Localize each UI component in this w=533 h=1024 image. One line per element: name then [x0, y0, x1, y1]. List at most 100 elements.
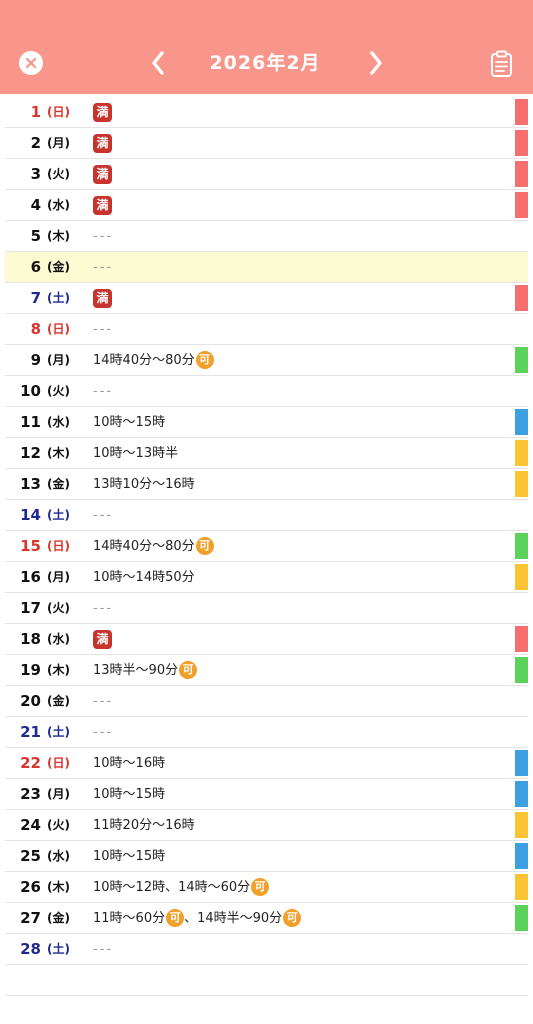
day-of-week: (火)	[47, 384, 70, 398]
full-badge: 満	[93, 134, 112, 153]
prev-month-button[interactable]	[147, 50, 169, 76]
day-row[interactable]: 7 (土) 満	[5, 283, 528, 313]
day-number: 6	[30, 258, 41, 276]
time-range: 10時〜16時	[93, 756, 166, 771]
status-color-bar	[515, 626, 528, 652]
day-row[interactable]: 12 (木) 10時〜13時半	[5, 438, 528, 468]
day-row[interactable]: 28 (土) ---	[5, 934, 528, 964]
close-button[interactable]	[19, 51, 43, 75]
day-of-week: (水)	[47, 198, 70, 212]
day-row[interactable]: 22 (日) 10時〜16時	[5, 748, 528, 778]
status-color-bar	[515, 440, 528, 466]
day-row[interactable]: 3 (火) 満	[5, 159, 528, 189]
no-schedule-text: ---	[93, 725, 114, 740]
day-row[interactable]: 14 (土) ---	[5, 500, 528, 530]
next-month-button[interactable]	[365, 50, 387, 76]
available-badge: 可	[283, 908, 302, 927]
status-color-bar	[515, 750, 528, 776]
time-range: 14時40分〜80分	[93, 353, 195, 368]
day-number: 2	[30, 134, 41, 152]
close-icon	[25, 57, 37, 69]
day-number: 19	[20, 661, 41, 679]
day-row[interactable]: 20 (金) ---	[5, 686, 528, 716]
day-row[interactable]: 21 (土) ---	[5, 717, 528, 747]
schedule-text: 10時〜14時50分	[93, 562, 195, 592]
available-badge: 可	[251, 877, 270, 896]
day-row[interactable]: 15 (日) 14時40分〜80分可	[5, 531, 528, 561]
day-number: 4	[30, 196, 41, 214]
day-row[interactable]: 18 (水) 満	[5, 624, 528, 654]
day-of-week: (水)	[47, 849, 70, 863]
memo-button[interactable]	[490, 50, 514, 78]
day-of-week: (月)	[47, 787, 70, 801]
status-color-bar	[515, 471, 528, 497]
day-row[interactable]: 24 (火) 11時20分〜16時	[5, 810, 528, 840]
day-row[interactable]: 26 (木) 10時〜12時、14時〜60分可	[5, 872, 528, 902]
day-of-week: (水)	[47, 415, 70, 429]
chevron-right-icon	[370, 51, 382, 75]
available-badge: 可	[166, 908, 185, 927]
available-badge: 可	[179, 660, 198, 679]
schedule-text: 11時〜60分可、14時半〜90分可	[93, 903, 302, 933]
day-of-week: (火)	[47, 818, 70, 832]
day-number: 10	[20, 382, 41, 400]
day-number: 11	[20, 413, 41, 431]
day-of-week: (日)	[47, 105, 70, 119]
status-color-bar	[515, 781, 528, 807]
status-color-bar	[515, 99, 528, 125]
day-row[interactable]: 19 (木) 13時半〜90分可	[5, 655, 528, 685]
day-number: 17	[20, 599, 41, 617]
schedule-text: 10時〜13時半	[93, 438, 178, 468]
schedule-text: 14時40分〜80分可	[93, 531, 214, 561]
day-row[interactable]: 11 (水) 10時〜15時	[5, 407, 528, 437]
day-row[interactable]: 25 (水) 10時〜15時	[5, 841, 528, 871]
day-row[interactable]: 17 (火) ---	[5, 593, 528, 623]
day-number: 25	[20, 847, 41, 865]
day-row[interactable]: 5 (木) ---	[5, 221, 528, 251]
time-range: 14時40分〜80分	[93, 539, 195, 554]
no-schedule-text: ---	[93, 229, 114, 244]
full-badge: 満	[93, 103, 112, 122]
chevron-left-icon	[152, 51, 164, 75]
day-of-week: (土)	[47, 942, 70, 956]
day-row[interactable]: 8 (日) ---	[5, 314, 528, 344]
status-color-bar	[515, 285, 528, 311]
day-row[interactable]: 4 (水) 満	[5, 190, 528, 220]
no-schedule-text: ---	[93, 260, 114, 275]
day-row[interactable]: 10 (火) ---	[5, 376, 528, 406]
day-number: 20	[20, 692, 41, 710]
day-number: 3	[30, 165, 41, 183]
status-color-bar	[515, 905, 528, 931]
no-schedule-text: ---	[93, 384, 114, 399]
schedule-text: 13時半〜90分可	[93, 655, 198, 685]
day-row[interactable]: 1 (日) 満	[5, 97, 528, 127]
time-range: 10時〜12時、14時〜60分	[93, 880, 251, 895]
month-title: 2026年2月	[209, 52, 321, 74]
day-row[interactable]: 6 (金) ---	[5, 252, 528, 282]
day-number: 7	[30, 289, 41, 307]
day-of-week: (水)	[47, 632, 70, 646]
day-row[interactable]: 27 (金) 11時〜60分可、14時半〜90分可	[5, 903, 528, 933]
day-row[interactable]: 9 (月) 14時40分〜80分可	[5, 345, 528, 375]
day-row[interactable]: 16 (月) 10時〜14時50分	[5, 562, 528, 592]
status-color-bar	[515, 533, 528, 559]
day-number: 27	[20, 909, 41, 927]
day-row[interactable]: 23 (月) 10時〜15時	[5, 779, 528, 809]
status-color-bar	[515, 409, 528, 435]
day-of-week: (金)	[47, 694, 70, 708]
time-range: 11時20分〜16時	[93, 818, 195, 833]
day-of-week: (金)	[47, 477, 70, 491]
day-row[interactable]: 13 (金) 13時10分〜16時	[5, 469, 528, 499]
day-of-week: (月)	[47, 353, 70, 367]
schedule-text: 10時〜16時	[93, 748, 165, 778]
day-number: 21	[20, 723, 41, 741]
full-badge: 満	[93, 165, 112, 184]
day-number: 14	[20, 506, 41, 524]
day-row[interactable]: 2 (月) 満	[5, 128, 528, 158]
schedule-text: 10時〜15時	[93, 407, 165, 437]
day-of-week: (金)	[47, 911, 70, 925]
status-color-bar	[515, 161, 528, 187]
day-number: 8	[30, 320, 41, 338]
schedule-text: 11時20分〜16時	[93, 810, 195, 840]
available-badge: 可	[195, 350, 214, 369]
